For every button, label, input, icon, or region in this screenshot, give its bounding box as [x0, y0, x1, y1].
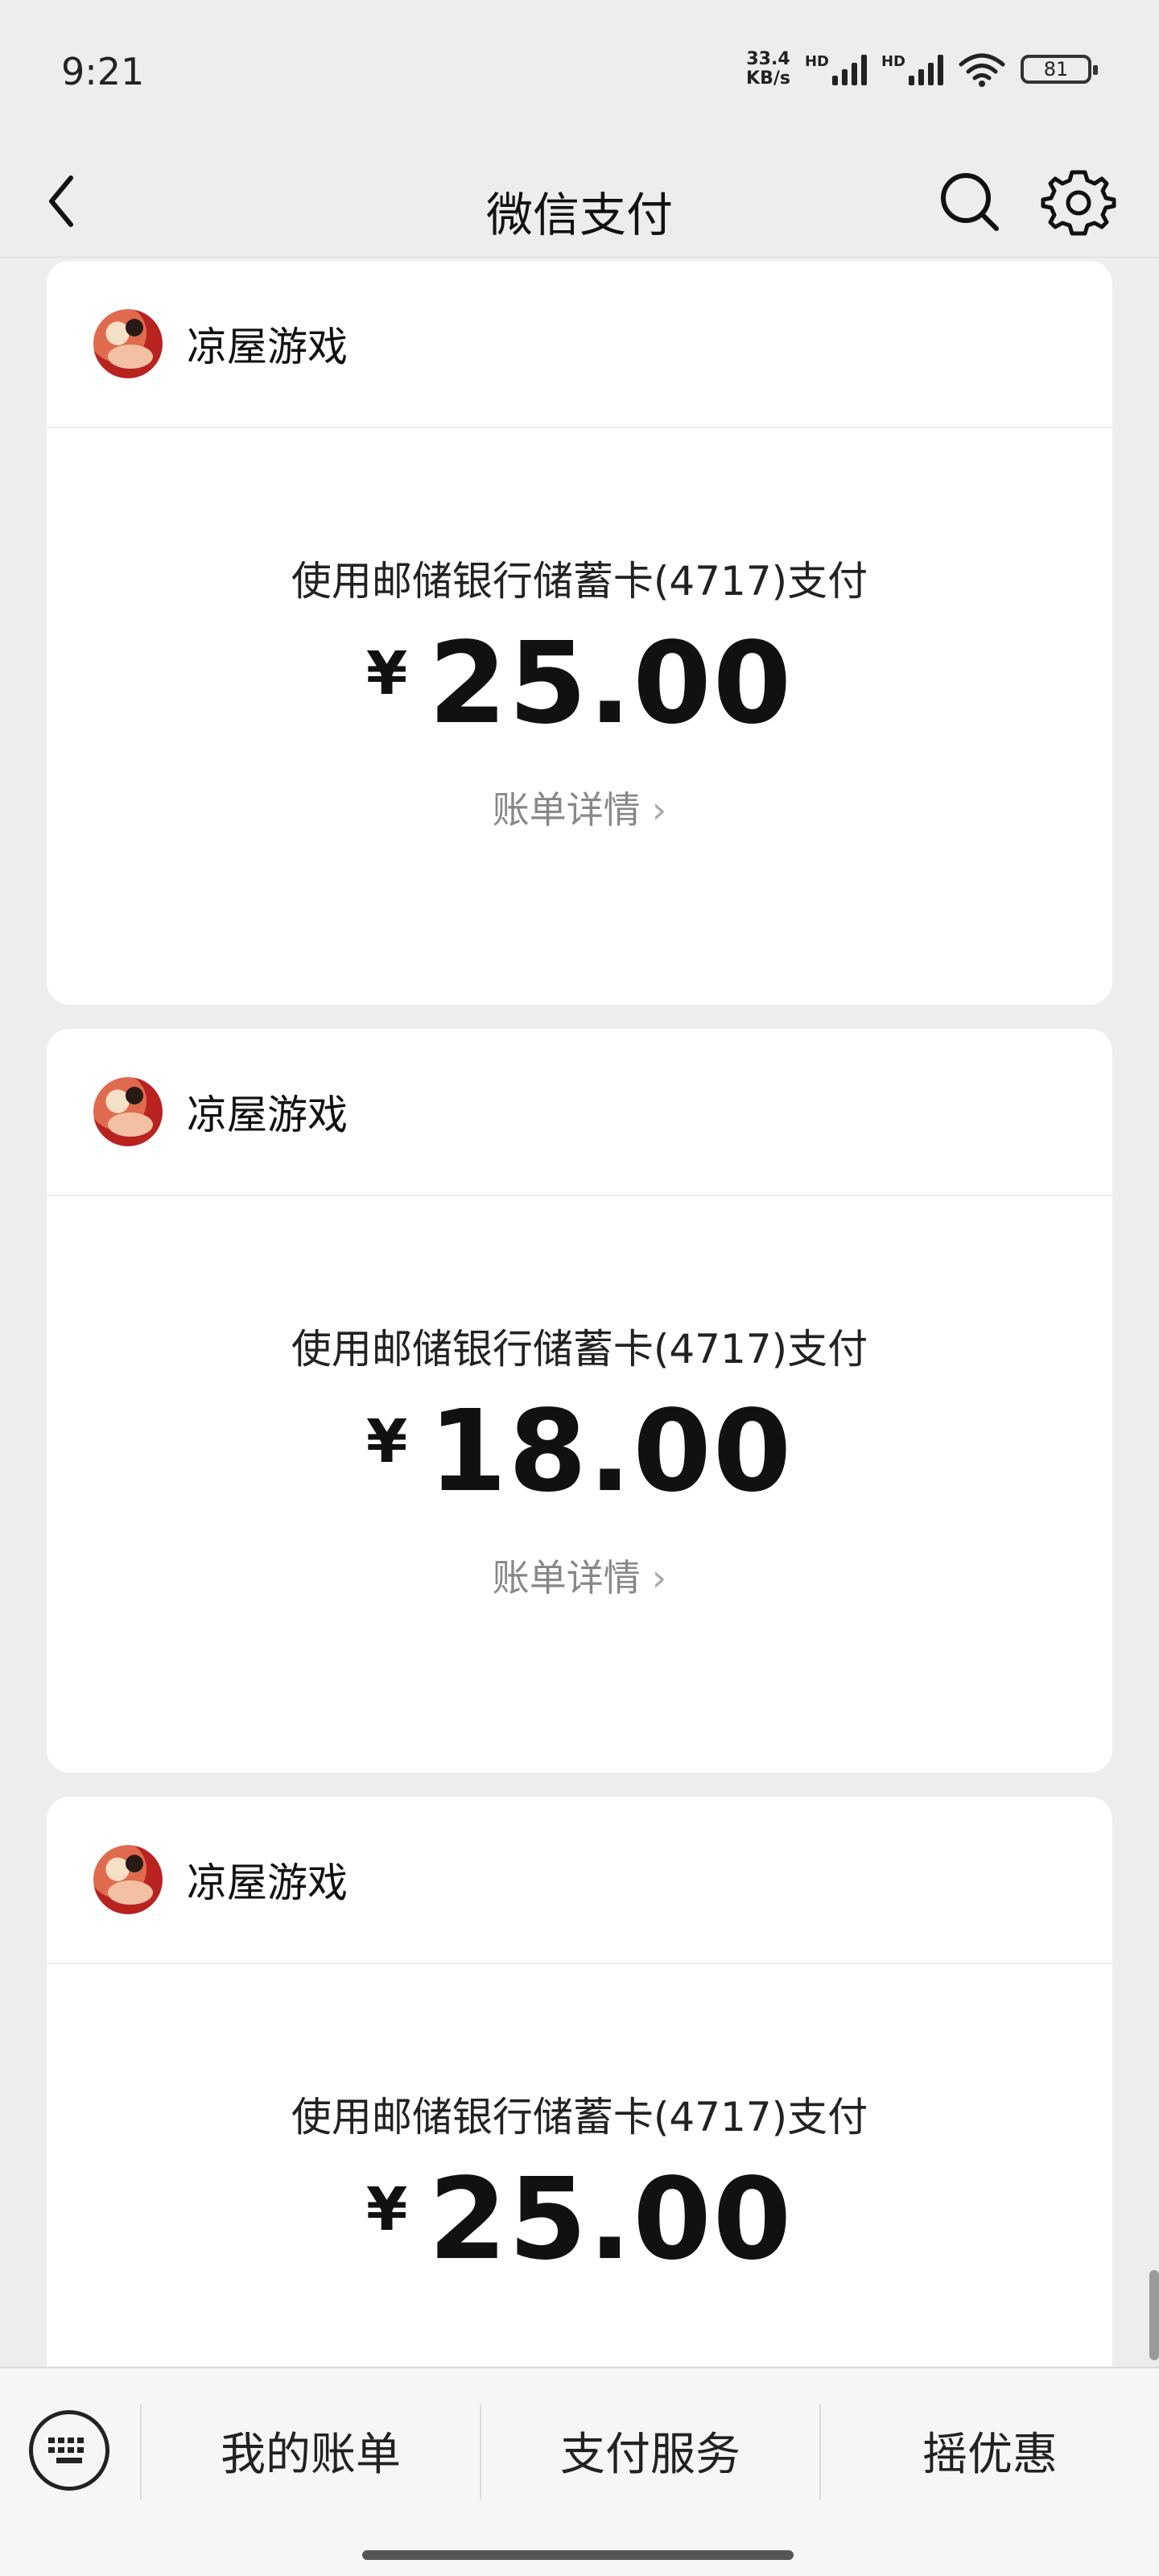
card-body: 使用邮储银行储蓄卡(4717)支付 ¥ 18.00 账单详情 ›	[47, 1196, 1112, 1773]
merchant-name: 凉屋游戏	[187, 324, 348, 370]
status-bar: 9:21 33.4 KB/s HD HD 81	[0, 0, 1159, 145]
keyboard-icon	[48, 2438, 84, 2463]
bottom-menu-bar: 我的账单 支付服务 摇优惠	[0, 2367, 1159, 2576]
card-body: 使用邮储银行储蓄卡(4717)支付 ¥ 25.00 账单详情 ›	[47, 428, 1112, 1005]
merchant-name: 凉屋游戏	[187, 1092, 348, 1138]
amount-value: 25.00	[428, 618, 794, 749]
menu-shake-discount[interactable]: 摇优惠	[821, 2401, 1159, 2500]
search-icon	[941, 173, 999, 231]
network-speed-unit: KB/s	[746, 68, 790, 89]
bill-detail-label: 账单详情	[492, 788, 641, 832]
sim1-hd-label: HD	[804, 53, 829, 70]
settings-button[interactable]	[1038, 161, 1119, 242]
bill-detail-link[interactable]: 账单详情 ›	[47, 1549, 1112, 1602]
payment-method: 使用邮储银行储蓄卡(4717)支付	[291, 2094, 868, 2140]
home-indicator[interactable]	[362, 2550, 794, 2560]
nav-bar: 微信支付	[0, 145, 1159, 258]
card-header[interactable]: 凉屋游戏	[47, 1029, 1112, 1196]
payment-method: 使用邮储银行储蓄卡(4717)支付	[291, 1326, 868, 1373]
currency-symbol: ¥	[365, 639, 408, 708]
menu-my-bills[interactable]: 我的账单	[142, 2401, 480, 2500]
currency-symbol: ¥	[365, 1407, 408, 1476]
sim2-hd-label: HD	[881, 53, 905, 70]
chevron-right-icon: ›	[651, 1556, 667, 1600]
payment-method: 使用邮储银行储蓄卡(4717)支付	[291, 558, 868, 605]
merchant-avatar	[93, 1845, 163, 1914]
merchant-avatar	[93, 1077, 163, 1146]
keyboard-toggle-button[interactable]	[29, 2410, 109, 2491]
signal-1: HD	[805, 53, 867, 85]
card-header[interactable]: 凉屋游戏	[47, 1797, 1112, 1964]
payment-amount: ¥ 25.00	[47, 2164, 1112, 2277]
merchant-avatar	[93, 309, 163, 378]
bill-detail-link[interactable]: 账单详情 ›	[47, 781, 1112, 834]
signal-bars-icon	[831, 53, 867, 85]
menu-payment-services[interactable]: 支付服务	[481, 2401, 819, 2500]
merchant-name: 凉屋游戏	[187, 1860, 348, 1906]
amount-value: 18.00	[428, 1386, 794, 1517]
battery-icon: 81	[1021, 55, 1098, 84]
card-header[interactable]: 凉屋游戏	[47, 261, 1112, 428]
search-button[interactable]	[929, 161, 1009, 242]
wifi-icon	[959, 53, 1005, 87]
battery-level: 81	[1043, 58, 1069, 80]
status-icons: 33.4 KB/s HD HD 81	[746, 50, 1098, 89]
payment-amount: ¥ 18.00	[47, 1396, 1112, 1509]
scrollbar[interactable]	[1149, 2270, 1159, 2360]
payment-amount: ¥ 25.00	[47, 628, 1112, 741]
chevron-right-icon: ›	[651, 788, 667, 832]
payment-card: 凉屋游戏 使用邮储银行储蓄卡(4717)支付 ¥ 25.00 账单详情 ›	[47, 261, 1112, 1005]
signal-2: HD	[881, 53, 943, 85]
bill-detail-label: 账单详情	[492, 1556, 641, 1600]
amount-value: 25.00	[428, 2154, 794, 2285]
signal-bars-icon	[909, 53, 943, 85]
network-speed-value: 33.4	[746, 49, 790, 69]
gear-icon	[1041, 170, 1116, 236]
payment-card: 凉屋游戏 使用邮储银行储蓄卡(4717)支付 ¥ 18.00 账单详情 ›	[47, 1029, 1112, 1773]
status-time: 9:21	[61, 50, 145, 93]
network-speed: 33.4 KB/s	[746, 50, 790, 89]
currency-symbol: ¥	[365, 2175, 408, 2244]
